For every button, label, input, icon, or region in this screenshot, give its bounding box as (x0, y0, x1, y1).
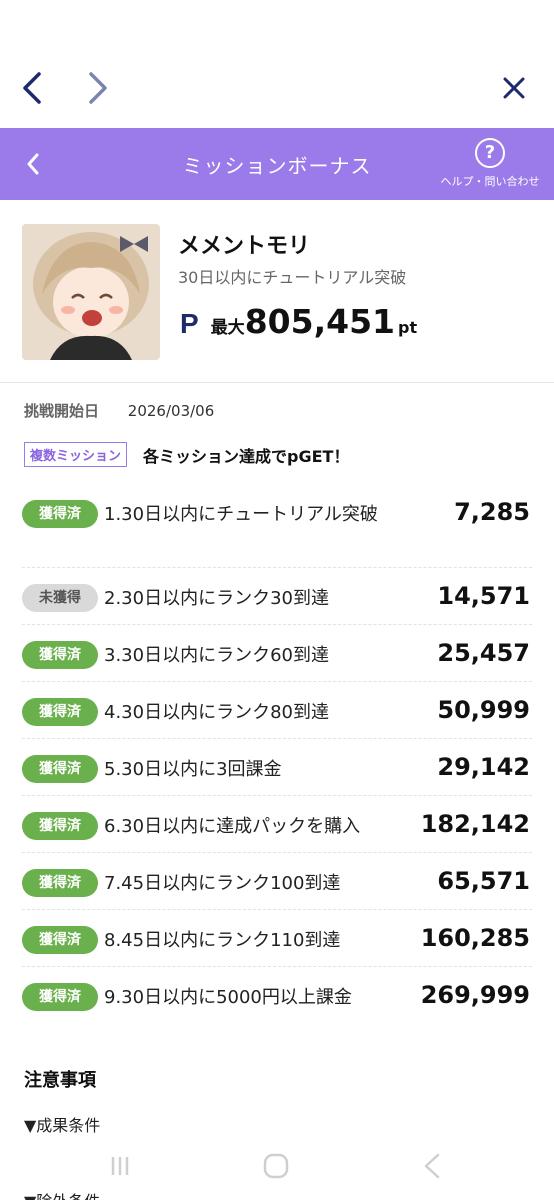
browser-forward-button[interactable] (80, 70, 116, 106)
home-button[interactable] (256, 1150, 296, 1182)
list-item: 獲得済 3.30日以内にランク60到達 25,457 (22, 625, 532, 682)
app-header: ミッションボーナス ? ヘルプ・問い合わせ (0, 128, 554, 200)
status-badge: 獲得済 (22, 698, 98, 726)
mission-text: 8.45日以内にランク110到達 (104, 930, 341, 951)
mission-points: 65,571 (437, 867, 530, 895)
mission-points: 14,571 (437, 582, 530, 610)
list-item: 未獲得 2.30日以内にランク30到達 14,571 (22, 568, 532, 625)
start-label: 挑戦開始日 (24, 402, 100, 420)
points-prefix: 最大 (210, 318, 245, 338)
home-icon (263, 1153, 289, 1179)
system-nav-bar (0, 1140, 554, 1192)
mission-text: 6.30日以内に達成パックを購入 (104, 816, 361, 837)
mission-text: 7.45日以内にランク100到達 (104, 873, 341, 894)
mission-points: 50,999 (437, 696, 530, 724)
mission-text: 9.30日以内に5000円以上課金 (104, 987, 352, 1008)
browser-close-button[interactable] (496, 70, 532, 106)
notes-title: 注意事項 (24, 1070, 96, 1091)
chevron-right-icon (89, 72, 107, 104)
list-item: 獲得済 8.45日以内にランク110到達 160,285 (22, 910, 532, 967)
multi-mission-row: 複数ミッション 各ミッション達成でpGET！ (24, 442, 349, 467)
section-divider (0, 382, 554, 383)
game-subtitle: 30日以内にチュートリアル突破 (178, 268, 407, 287)
mission-points: 160,285 (420, 924, 530, 952)
mission-text: 3.30日以内にランク60到達 (104, 645, 329, 666)
game-summary: メメントモリ 30日以内にチュートリアル突破 P 最大 805,451 pt (0, 222, 554, 382)
status-badge: 獲得済 (22, 755, 98, 783)
mission-list: 獲得済 1.30日以内にチュートリアル突破 7,285 未獲得 2.30日以内に… (22, 484, 532, 1024)
notes-condition[interactable]: ▼成果条件 (24, 1112, 100, 1136)
challenge-start-row: 挑戦開始日 2026/03/06 (24, 400, 214, 421)
points-value: 805,451 (244, 302, 395, 341)
chevron-left-icon (23, 72, 41, 104)
status-badge: 獲得済 (22, 500, 98, 528)
recent-apps-icon (111, 1157, 129, 1175)
paypay-p-icon: P (180, 308, 199, 339)
points-unit: pt (398, 318, 418, 337)
list-item: 獲得済 9.30日以内に5000円以上課金 269,999 (22, 967, 532, 1024)
game-name: メメントモリ (178, 234, 311, 259)
mission-points: 269,999 (420, 981, 530, 1009)
system-back-button[interactable] (412, 1150, 452, 1182)
list-item: 獲得済 7.45日以内にランク100到達 65,571 (22, 853, 532, 910)
close-icon (503, 77, 525, 99)
multi-mission-tag: 複数ミッション (24, 442, 128, 467)
max-points: P 最大 805,451 pt (180, 302, 417, 341)
status-badge: 獲得済 (22, 869, 98, 897)
mission-text: 5.30日以内に3回課金 (104, 759, 282, 780)
mission-points: 182,142 (420, 810, 530, 838)
status-badge: 獲得済 (22, 641, 98, 669)
status-badge: 獲得済 (22, 983, 98, 1011)
mission-text: 4.30日以内にランク80到達 (104, 702, 329, 723)
multi-mission-text: 各ミッション達成でpGET！ (143, 446, 350, 466)
list-item: 獲得済 5.30日以内に3回課金 29,142 (22, 739, 532, 796)
browser-toolbar (0, 0, 554, 128)
mission-points: 7,285 (454, 498, 530, 526)
list-item: 獲得済 1.30日以内にチュートリアル突破 7,285 (22, 484, 532, 568)
mission-points: 29,142 (437, 753, 530, 781)
help-label: ヘルプ・問い合わせ (440, 175, 540, 188)
recent-apps-button[interactable] (100, 1150, 140, 1182)
question-circle-icon: ? (475, 138, 505, 168)
list-item: 獲得済 4.30日以内にランク80到達 50,999 (22, 682, 532, 739)
mission-text: 1.30日以内にチュートリアル突破 (104, 504, 378, 525)
status-badge: 未獲得 (22, 584, 98, 612)
start-date: 2026/03/06 (127, 402, 215, 420)
mission-text: 2.30日以内にランク30到達 (104, 588, 329, 609)
mission-points: 25,457 (437, 639, 530, 667)
status-badge: 獲得済 (22, 812, 98, 840)
browser-back-button[interactable] (14, 70, 50, 106)
status-badge: 獲得済 (22, 926, 98, 954)
back-arrow-icon (424, 1153, 440, 1179)
list-item: 獲得済 6.30日以内に達成パックを購入 182,142 (22, 796, 532, 853)
game-thumbnail (22, 224, 160, 360)
help-button[interactable]: ? ヘルプ・問い合わせ (440, 138, 540, 189)
